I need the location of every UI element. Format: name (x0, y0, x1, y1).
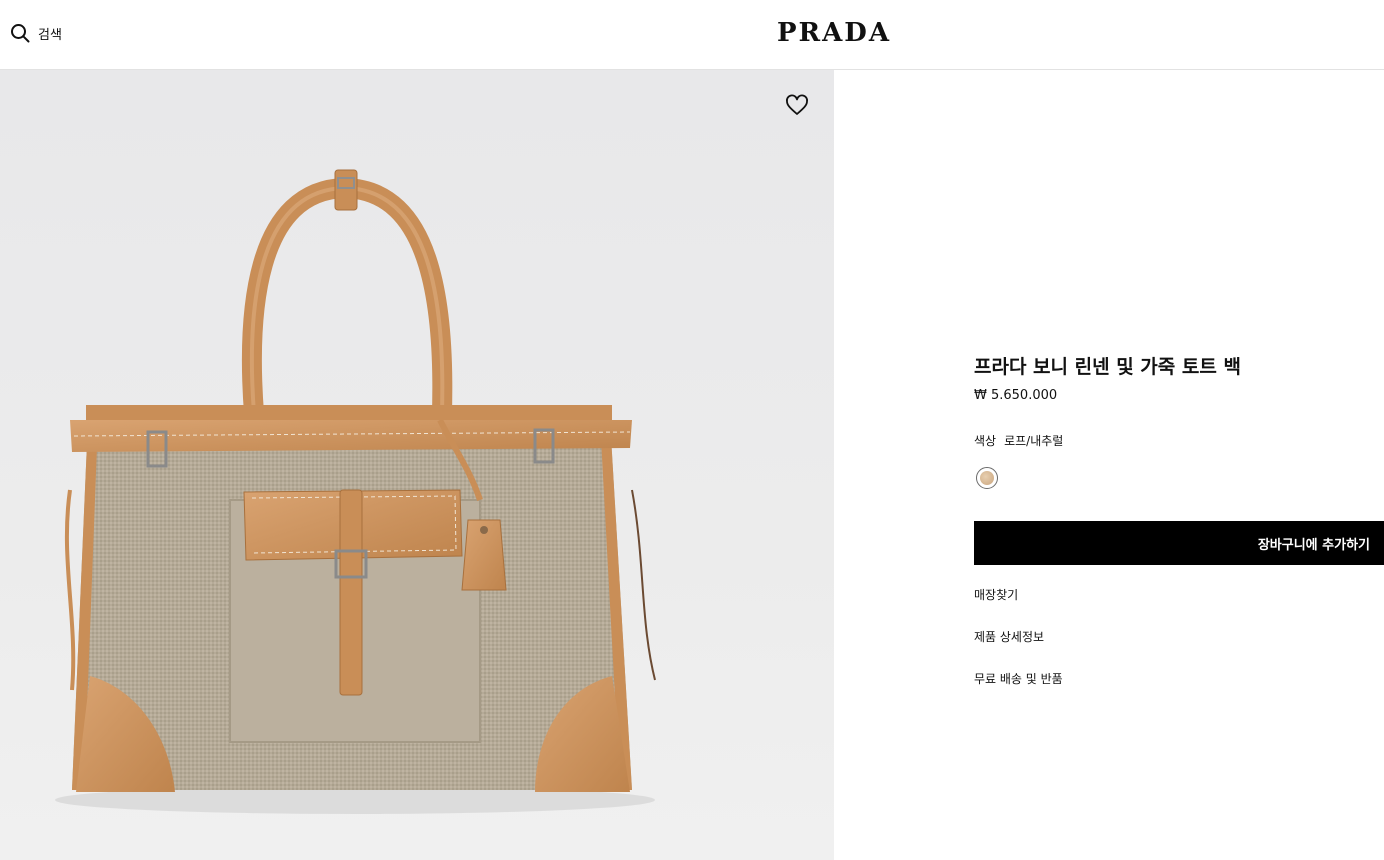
product-image (55, 169, 656, 814)
heart-icon[interactable] (785, 94, 809, 118)
color-value: 로프/내추럴 (1004, 434, 1064, 448)
product-details-link[interactable]: 제품 상세정보 (974, 628, 1044, 645)
color-swatch[interactable] (976, 467, 998, 489)
search-button[interactable]: 검색 (10, 22, 62, 44)
product-image-panel (0, 70, 834, 860)
product-price: ₩ 5.650.000 (974, 388, 1058, 403)
add-to-cart-button[interactable]: 장바구니에 추가하기 (974, 521, 1384, 565)
site-header: 검색 PRADA (0, 0, 1384, 70)
product-title: 프라다 보니 린넨 및 가죽 토트 백 (974, 356, 1241, 378)
color-label: 색상 (974, 434, 997, 448)
search-label: 검색 (38, 27, 62, 43)
prada-logo[interactable]: PRADA (777, 18, 891, 48)
shipping-returns-link[interactable]: 무료 배송 및 반품 (974, 670, 1063, 687)
color-row: 색상 로프/내추럴 (974, 432, 1063, 449)
search-icon (11, 24, 30, 43)
store-locator-link[interactable]: 매장찾기 (974, 586, 1018, 603)
